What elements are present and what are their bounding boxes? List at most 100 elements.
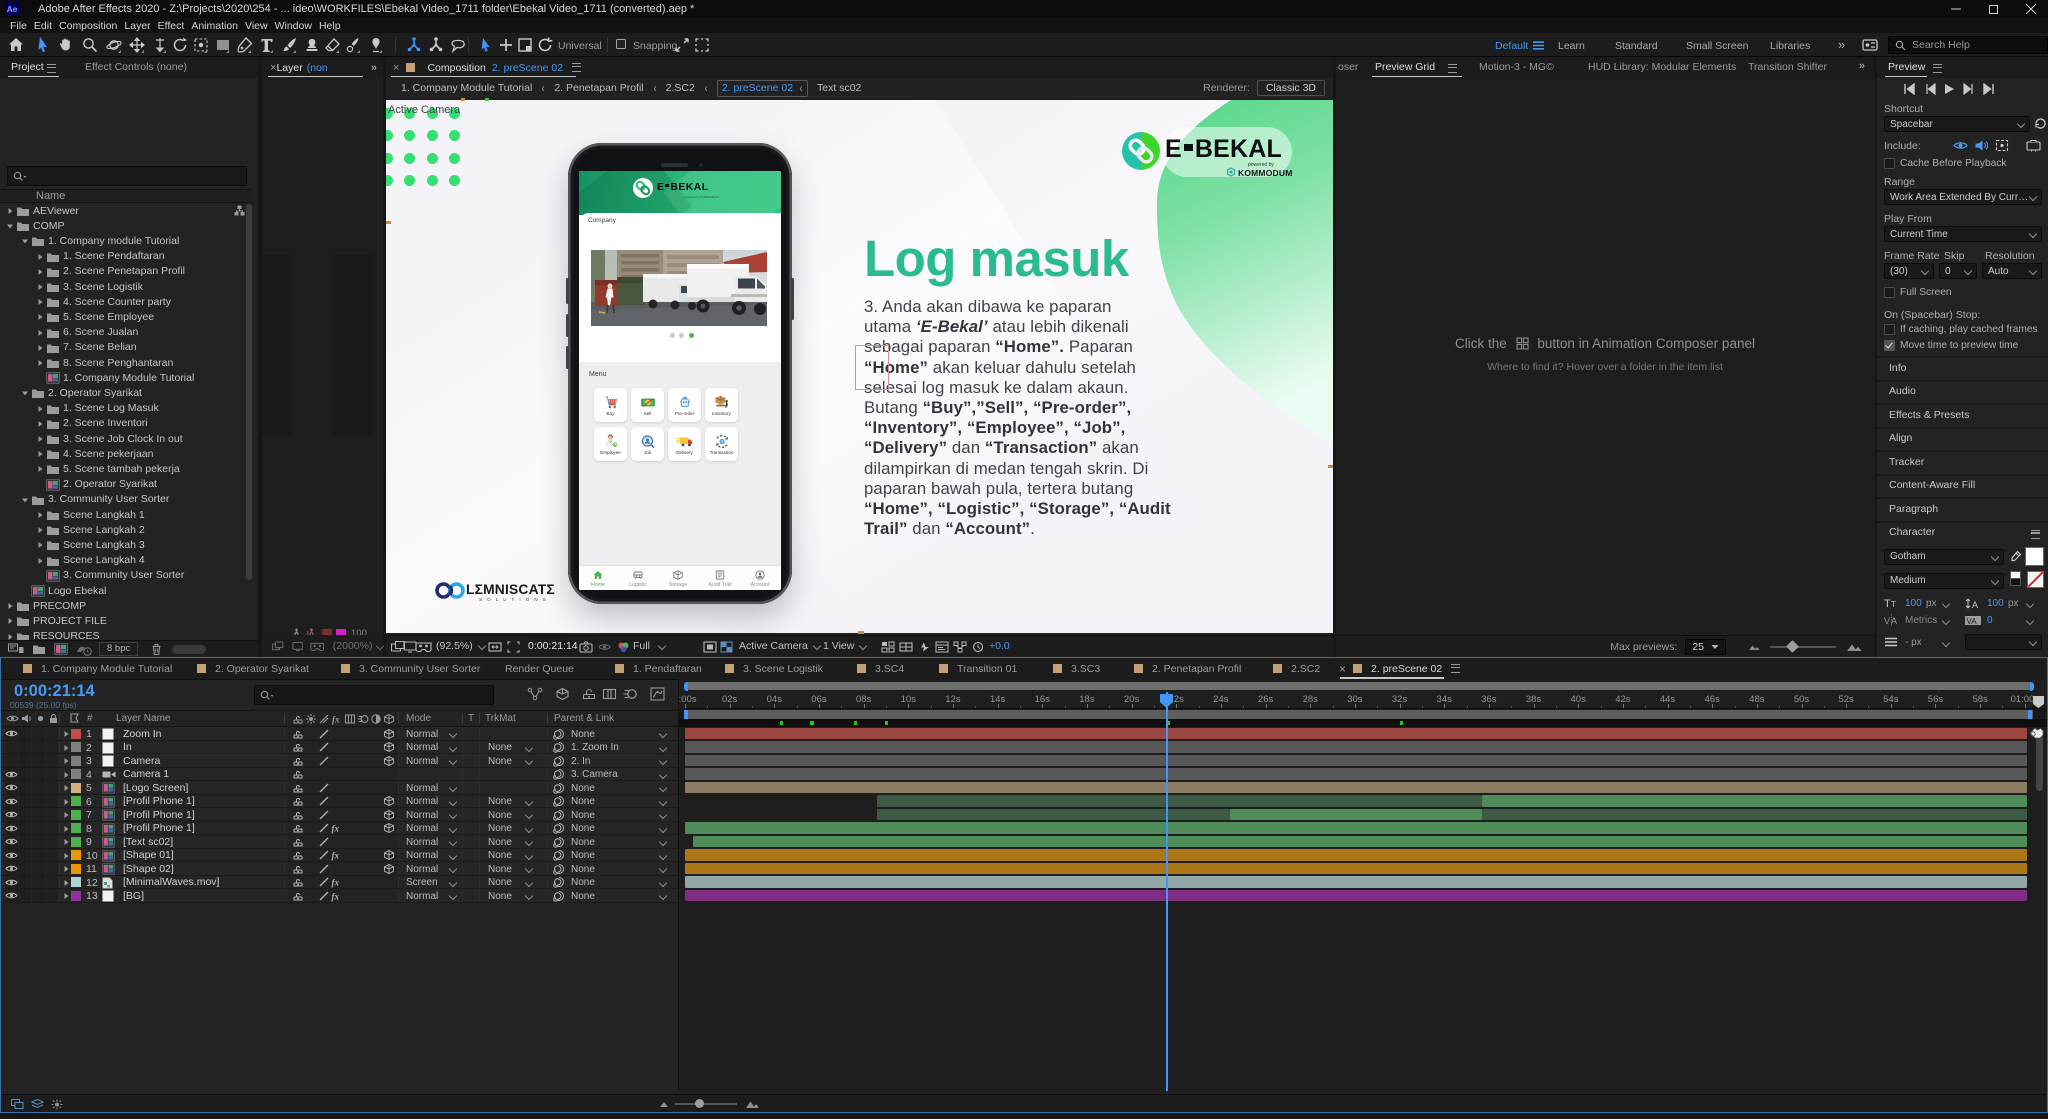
cube-3d-icon[interactable]: [383, 849, 395, 861]
carousel-dot[interactable]: [679, 333, 684, 338]
layer-color-chip[interactable]: [71, 891, 81, 901]
breadcrumb-item-active[interactable]: 2. preScene 02 ‹: [717, 80, 808, 97]
bit-depth-button[interactable]: 8 bpc: [99, 642, 138, 656]
project-item-8-scene-penghantaran[interactable]: 8. Scene Penghantaran: [0, 355, 252, 370]
solo-cell[interactable]: [32, 795, 46, 808]
snapping-checkbox[interactable]: [616, 39, 626, 49]
parent-dropdown[interactable]: None: [571, 837, 666, 848]
twirl-down-icon[interactable]: [21, 389, 29, 397]
project-item-aeviewer[interactable]: AEViewer: [0, 203, 252, 218]
audio-cell[interactable]: [19, 822, 33, 835]
layer-bar-segment[interactable]: [685, 863, 2027, 875]
orbit-tool-button[interactable]: [104, 35, 124, 55]
breadcrumb-item[interactable]: Text sc02: [817, 82, 861, 94]
playhead-marker[interactable]: [1159, 693, 1174, 709]
eye-cell[interactable]: [5, 741, 19, 754]
pan-camera-tool-button[interactable]: [127, 35, 147, 55]
viewer-timecode[interactable]: 0:00:21:14: [528, 640, 578, 652]
shy-icon[interactable]: [292, 809, 304, 821]
tab-close-icon[interactable]: ×: [393, 62, 399, 74]
next-frame-button[interactable]: [1962, 83, 1977, 96]
twirl-right-icon[interactable]: [36, 526, 44, 534]
layer-row-4[interactable]: 4Camera 13. Camera: [1, 768, 678, 782]
layer-twirl-icon[interactable]: [62, 784, 70, 792]
timeline-tab-1-pendaftaran[interactable]: 1. Pendaftaran: [615, 658, 702, 679]
zoom-out-timeline-icon[interactable]: [659, 1100, 669, 1108]
menu-effect[interactable]: Effect: [158, 20, 185, 32]
parent-dropdown[interactable]: None: [571, 796, 666, 807]
project-item-1-scene-log-masuk[interactable]: 1. Scene Log Masuk: [0, 401, 252, 416]
timeline-tab-transition-01[interactable]: Transition 01: [939, 658, 1017, 679]
dual-view-icon[interactable]: [272, 641, 285, 652]
twirl-right-icon[interactable]: [6, 207, 14, 215]
tab-animation-composer[interactable]: oser: [1338, 61, 1358, 73]
timeline-tab-2-penetapan-profil[interactable]: 2. Penetapan Profil: [1134, 658, 1241, 679]
project-item-logo-ebekal[interactable]: Logo Ebekal: [0, 583, 252, 598]
kerning-arrow[interactable]: [1942, 616, 1950, 624]
solo-cell[interactable]: [32, 754, 46, 767]
layer-bar-segment[interactable]: [685, 782, 2027, 794]
tab-motion-3[interactable]: Motion-3 - MG©: [1479, 61, 1554, 73]
zoom-in-thumbs-icon[interactable]: [1846, 641, 1862, 652]
shy-icon[interactable]: [292, 755, 304, 767]
side-panel-tracker[interactable]: Tracker: [1877, 450, 2048, 472]
workspaces-overflow-chevron[interactable]: »: [1838, 37, 1845, 52]
font-size-value[interactable]: 100: [1905, 598, 1922, 609]
work-area-bar[interactable]: [685, 710, 2033, 719]
parent-dropdown[interactable]: None: [571, 891, 666, 902]
dolly-tool-button[interactable]: [150, 35, 170, 55]
frame-rate-dropdown[interactable]: (30): [1884, 263, 1934, 279]
mode-dropdown[interactable]: Normal: [406, 850, 456, 861]
clone-stamp-tool-button[interactable]: [302, 35, 322, 55]
project-item-comp[interactable]: COMP: [0, 218, 252, 233]
project-item-3-scene-job-clock-in-out[interactable]: 3. Scene Job Clock In out: [0, 431, 252, 446]
audio-cell[interactable]: [19, 727, 33, 740]
layer-bar-segment[interactable]: [685, 741, 2027, 753]
current-time-display[interactable]: 0:00:21:14: [14, 682, 95, 701]
twirl-right-icon[interactable]: [36, 283, 44, 291]
monitor-icon[interactable]: [292, 641, 304, 652]
lock-cell[interactable]: [46, 795, 60, 808]
timeline-tab-1-company-module-tutorial[interactable]: 1. Company Module Tutorial: [23, 658, 172, 679]
timeline-tab-render-queue[interactable]: Render Queue: [505, 658, 574, 679]
lock-cell[interactable]: [46, 768, 60, 781]
cube-3d-icon[interactable]: [383, 863, 395, 875]
layer-bar-segment[interactable]: [685, 890, 2027, 902]
new-folder-icon[interactable]: [32, 643, 46, 655]
menu-file[interactable]: File: [10, 20, 27, 32]
quality-icon[interactable]: [318, 782, 330, 794]
fill-color-swatch[interactable]: [2025, 547, 2044, 566]
layer-color-chip[interactable]: [71, 729, 81, 739]
phone-menu-card-job[interactable]: Job: [631, 427, 664, 461]
if-caching-box[interactable]: [1884, 324, 1895, 335]
phone-menu-card-inventory[interactable]: Inventory: [705, 388, 738, 422]
phone-menu-card-transaction[interactable]: Transaction: [705, 427, 738, 461]
side-panel-effects-presets[interactable]: Effects & Presets: [1877, 403, 2048, 425]
panel-menu-icon[interactable]: [47, 64, 56, 73]
workspace-standard[interactable]: Standard: [1615, 40, 1658, 52]
quality-icon[interactable]: [318, 809, 330, 821]
trkmat-dropdown[interactable]: None: [488, 864, 532, 875]
eraser-tool-button[interactable]: [323, 35, 343, 55]
rotate-tool-button[interactable]: [170, 35, 190, 55]
layer-color-chip[interactable]: [71, 742, 81, 752]
audio-cell[interactable]: [19, 849, 33, 862]
layer-twirl-icon[interactable]: [62, 757, 70, 765]
mode-dropdown[interactable]: Normal: [406, 729, 456, 740]
eye-icon[interactable]: [5, 808, 18, 821]
phone-menu-card-buy[interactable]: Buy: [594, 388, 627, 422]
quality-icon[interactable]: [318, 755, 330, 767]
lock-cell[interactable]: [46, 849, 60, 862]
solo-cell[interactable]: [32, 889, 46, 902]
quality-icon[interactable]: [318, 728, 330, 740]
cube-3d-icon[interactable]: [383, 809, 395, 821]
layer-twirl-icon[interactable]: [62, 852, 70, 860]
project-item-1-company-module-tutorial[interactable]: 1. Company Module Tutorial: [0, 370, 252, 385]
breadcrumb-item[interactable]: 1. Company Module Tutorial: [401, 82, 532, 94]
composer-refresh-button[interactable]: [535, 35, 555, 55]
workspace-settings-button[interactable]: [1860, 35, 1880, 55]
quality-icon[interactable]: [318, 849, 330, 861]
pickwhip-icon[interactable]: [553, 876, 565, 888]
primary-viewer-icon[interactable]: [2026, 139, 2041, 152]
eye-icon[interactable]: [5, 727, 18, 740]
